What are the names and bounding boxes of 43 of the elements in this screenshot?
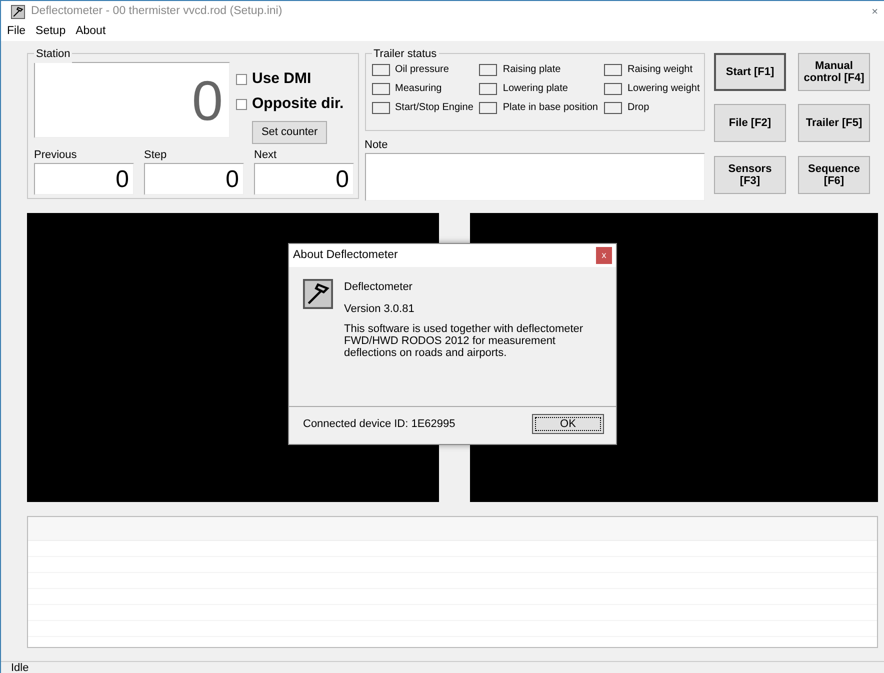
set-counter-button[interactable]: Set counter (252, 121, 327, 144)
hammer-icon (11, 5, 25, 19)
station-counter-display: 0 (34, 62, 230, 138)
status-label: Lowering plate (502, 82, 568, 96)
function-button[interactable]: Sensors [F3] (714, 156, 786, 194)
function-button[interactable]: Trailer [F5] (798, 104, 870, 142)
note-field[interactable] (364, 153, 704, 201)
description-text: This software is used together with deflectometer FWD/HWD RODOS 2012 for measurement deflections on roads and airports. (344, 323, 584, 360)
menu-item[interactable]: About (76, 23, 106, 41)
status-label: Raising weight (627, 63, 693, 77)
version-text: Version 3.0.81 (344, 302, 416, 317)
function-button[interactable]: Sequence [F6] (798, 156, 870, 194)
checkbox-option[interactable]: Use DMI (236, 68, 344, 90)
group-label: Station (34, 46, 72, 62)
status-label: Plate in base position (502, 101, 598, 115)
counter-display: 0 (144, 163, 244, 195)
field-label: Step (144, 148, 168, 162)
field-label: Previous (34, 148, 78, 162)
menu-item[interactable]: Setup (36, 23, 66, 41)
function-button[interactable]: Manual control [F4] (798, 53, 870, 91)
field-label: Next (254, 148, 278, 162)
counter-display: 0 (34, 163, 134, 195)
window-title: Deflectometer - 00 thermister vvcd.rod (Setup.ini) (31, 4, 284, 20)
status-label: Lowering weight (627, 82, 700, 96)
dialog-title: About Deflectometer (293, 248, 398, 263)
function-button[interactable]: File [F2] (714, 104, 786, 142)
function-button[interactable]: Start [F1] (714, 53, 786, 91)
close-button[interactable]: × (872, 4, 878, 20)
counter-display: 0 (254, 163, 354, 195)
app-name: Deflectometer (344, 280, 414, 295)
menu-item[interactable]: File (7, 23, 26, 41)
status-label: Start/Stop Engine (395, 101, 474, 115)
status-text: Idle (11, 662, 29, 673)
device-id-text: Connected device ID: 1E62995 (303, 416, 456, 432)
status-label: Oil pressure (395, 63, 449, 77)
close-button[interactable]: x (596, 247, 612, 264)
status-label: Drop (627, 101, 650, 115)
hammer-icon (303, 279, 333, 309)
ok-button[interactable]: OK (532, 414, 604, 434)
checkbox-option[interactable]: Opposite dir. (236, 93, 344, 116)
field-label: Note (364, 138, 388, 152)
status-label: Measuring (395, 82, 442, 96)
status-label: Raising plate (502, 63, 561, 77)
